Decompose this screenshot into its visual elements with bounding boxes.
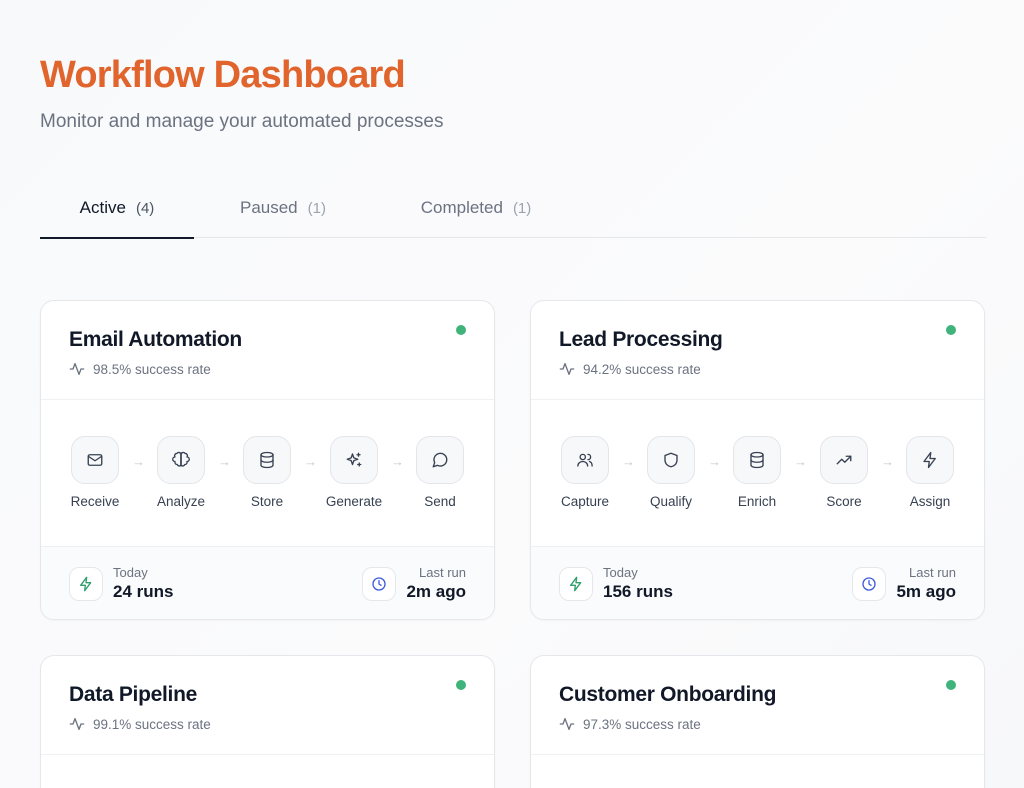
- card-stats: Today 24 runs Last run 2m ago: [41, 547, 494, 619]
- page-title: Workflow Dashboard: [40, 54, 406, 96]
- status-dot: [456, 325, 466, 335]
- step-label: Analyze: [156, 494, 206, 509]
- step-label: Generate: [325, 494, 383, 509]
- runs-today: Today 24 runs: [69, 565, 173, 603]
- success-rate: 94.2% success rate: [559, 361, 956, 377]
- success-rate-text: 98.5% success rate: [93, 361, 211, 377]
- success-rate: 99.1% success rate: [69, 716, 466, 732]
- workflow-card-data-pipeline[interactable]: Data Pipeline 99.1% success rate: [40, 655, 495, 788]
- mail-icon: [71, 436, 119, 484]
- last-run-value: 5m ago: [896, 582, 956, 601]
- workflow-step[interactable]: Capture: [545, 436, 625, 509]
- database-icon: [243, 436, 291, 484]
- runs-today-label: Today: [603, 565, 638, 580]
- activity-icon: [69, 363, 85, 375]
- workflow-step[interactable]: Score: [804, 436, 884, 509]
- workflow-step[interactable]: Store: [227, 436, 307, 509]
- card-header: Customer Onboarding 97.3% success rate: [531, 656, 984, 755]
- bolt-icon: [559, 567, 593, 601]
- success-rate-text: 94.2% success rate: [583, 361, 701, 377]
- database-icon: [733, 436, 781, 484]
- page-header: Workflow Dashboard Monitor and manage yo…: [40, 52, 443, 134]
- status-dot: [946, 325, 956, 335]
- status-dot: [456, 680, 466, 690]
- workflow-card-lead-processing[interactable]: Lead Processing 94.2% success rate Captu…: [530, 300, 985, 620]
- success-rate: 97.3% success rate: [559, 716, 956, 732]
- workflow-card-customer-onboarding[interactable]: Customer Onboarding 97.3% success rate: [530, 655, 985, 788]
- tab-active[interactable]: Active (4): [40, 178, 194, 239]
- success-rate-text: 97.3% success rate: [583, 716, 701, 732]
- step-label: Receive: [70, 494, 120, 509]
- bolt-icon: [906, 436, 954, 484]
- step-label: Qualify: [649, 494, 693, 509]
- runs-today-value: 156 runs: [603, 582, 673, 601]
- card-header: Email Automation 98.5% success rate: [41, 301, 494, 400]
- clock-icon: [362, 567, 397, 601]
- workflow-title: Lead Processing: [559, 328, 723, 351]
- workflow-step[interactable]: Qualify: [631, 436, 711, 509]
- clock-icon: [852, 567, 887, 601]
- tab-paused[interactable]: Paused (1): [206, 178, 360, 238]
- users-icon: [561, 436, 609, 484]
- card-header: Lead Processing 94.2% success rate: [531, 301, 984, 400]
- tab-label: Paused: [239, 198, 298, 217]
- tab-count: (4): [135, 199, 155, 217]
- workflow-step[interactable]: Receive: [55, 436, 135, 509]
- activity-icon: [559, 718, 575, 730]
- step-label: Enrich: [737, 494, 777, 509]
- last-run-label: Last run: [909, 565, 956, 580]
- success-rate-text: 99.1% success rate: [93, 716, 211, 732]
- tab-label: Active: [79, 198, 126, 217]
- last-run: Last run 5m ago: [852, 565, 956, 603]
- tab-label: Completed: [420, 198, 503, 217]
- workflow-step[interactable]: Generate: [314, 436, 394, 509]
- bolt-icon: [69, 567, 103, 601]
- workflow-tabs: Active (4) Paused (1) Completed (1): [40, 178, 986, 239]
- runs-today-label: Today: [113, 565, 148, 580]
- last-run-label: Last run: [419, 565, 466, 580]
- sparkles-icon: [330, 436, 378, 484]
- brain-icon: [157, 436, 205, 484]
- activity-icon: [69, 718, 85, 730]
- trending-up-icon: [820, 436, 868, 484]
- tab-count: (1): [307, 199, 326, 217]
- workflow-steps: Capture → Qualify → Enrich → Score → Ass…: [531, 400, 984, 547]
- step-label: Assign: [909, 494, 951, 509]
- workflow-step[interactable]: Send: [400, 436, 480, 509]
- workflow-title: Customer Onboarding: [559, 683, 777, 706]
- tab-count: (1): [512, 199, 532, 217]
- status-dot: [946, 680, 956, 690]
- message-circle-icon: [416, 436, 464, 484]
- workflow-steps: Receive → Analyze → Store → Generate → S…: [41, 400, 494, 547]
- step-label: Send: [424, 494, 456, 509]
- workflow-card-email-automation[interactable]: Email Automation 98.5% success rate Rece…: [40, 300, 495, 620]
- runs-today-value: 24 runs: [113, 582, 174, 601]
- tab-completed[interactable]: Completed (1): [386, 178, 566, 238]
- workflow-step[interactable]: Assign: [890, 436, 970, 509]
- step-label: Capture: [560, 494, 610, 509]
- step-label: Score: [826, 494, 862, 509]
- workflow-step[interactable]: Enrich: [717, 436, 797, 509]
- success-rate: 98.5% success rate: [69, 361, 466, 377]
- shield-icon: [647, 436, 695, 484]
- card-header: Data Pipeline 99.1% success rate: [41, 656, 494, 755]
- card-stats: Today 156 runs Last run 5m ago: [531, 547, 984, 619]
- workflow-title: Email Automation: [69, 328, 242, 351]
- page-subtitle: Monitor and manage your automated proces…: [40, 111, 444, 132]
- last-run-value: 2m ago: [406, 582, 466, 601]
- step-label: Store: [250, 494, 284, 509]
- last-run: Last run 2m ago: [362, 565, 466, 603]
- activity-icon: [559, 363, 575, 375]
- workflow-title: Data Pipeline: [69, 683, 197, 706]
- runs-today: Today 156 runs: [559, 565, 673, 603]
- workflow-step[interactable]: Analyze: [141, 436, 221, 509]
